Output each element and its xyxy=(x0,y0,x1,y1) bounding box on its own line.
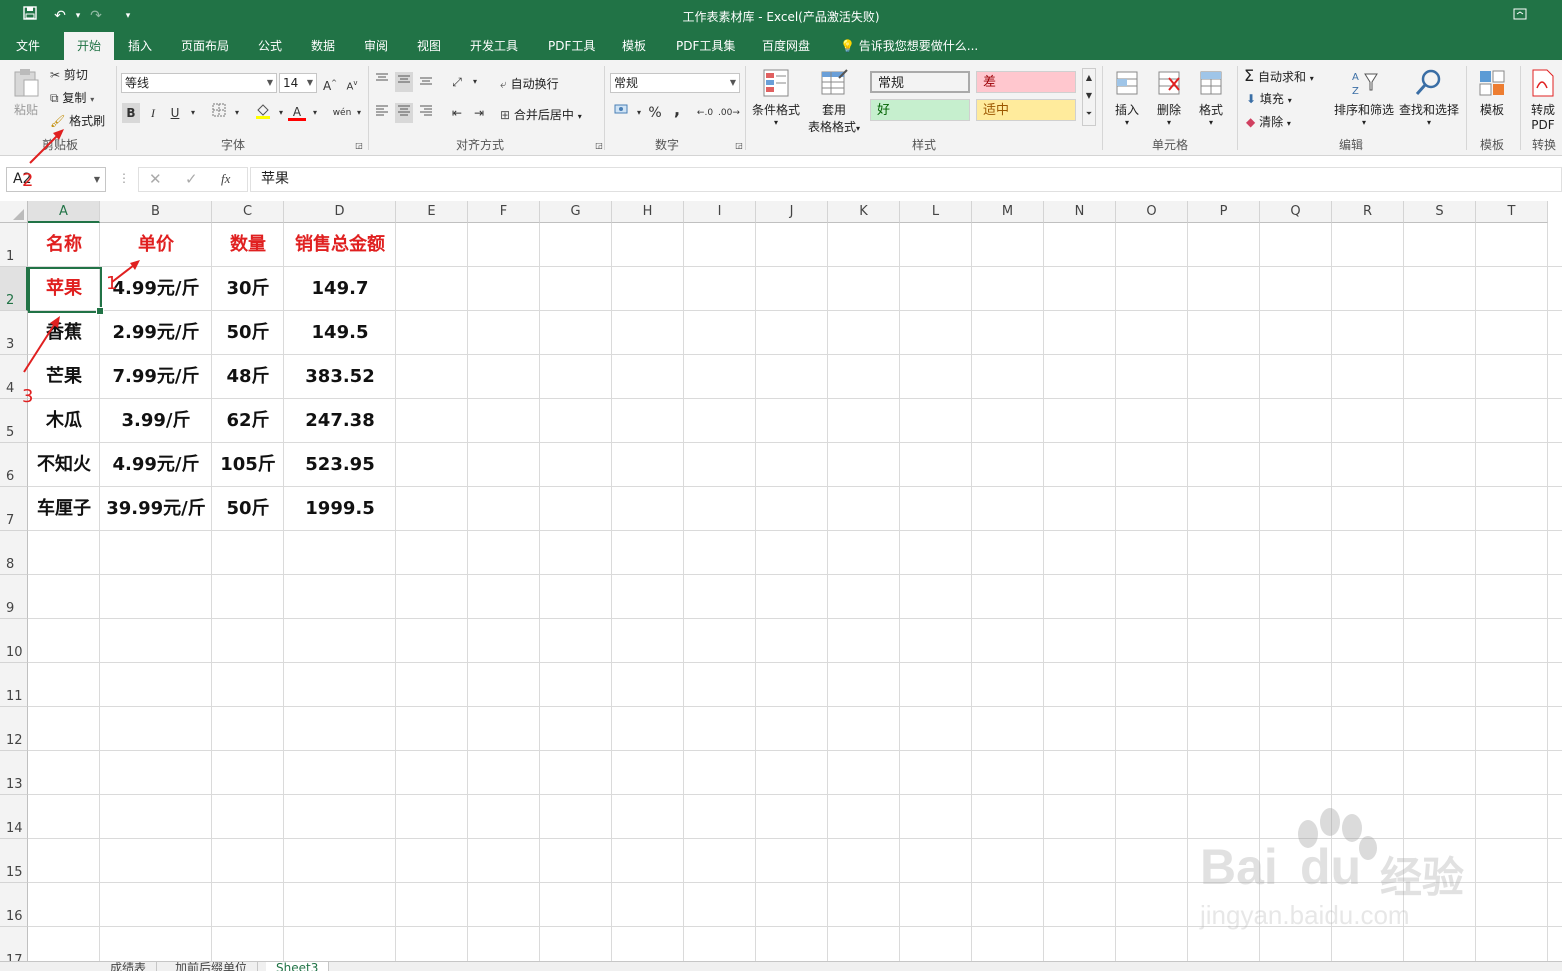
watermark-brand: Bai xyxy=(1200,839,1278,895)
sheet-tab-prefix-suffix[interactable]: 加前后缀单位 xyxy=(165,962,259,971)
watermark-brand2: du xyxy=(1300,839,1362,895)
watermark-cn: 经验 xyxy=(1380,854,1465,901)
annotation-label-1: 1 xyxy=(106,273,118,294)
sheet-tab-bar: 成绩表 加前后缀单位 Sheet3 xyxy=(0,961,1562,971)
sheet-tab-grades[interactable]: 成绩表 xyxy=(100,962,158,971)
baidu-watermark: Bai du 经验 jingyan.baidu.com xyxy=(1190,800,1490,940)
watermark-url: jingyan.baidu.com xyxy=(1200,900,1410,930)
excel-window: ↶ ▾ ↷ ▾ 工作表素材库 - Excel(产品激活失败) 文件 开始 插入 … xyxy=(0,0,1562,971)
annotation-label-2: 2 xyxy=(22,170,34,191)
sheet-tab-sheet3[interactable]: Sheet3 xyxy=(266,962,330,971)
annotation-label-3: 3 xyxy=(22,386,34,407)
annotation-arrow-3 xyxy=(23,316,60,373)
annotation-arrow-2 xyxy=(29,129,64,164)
